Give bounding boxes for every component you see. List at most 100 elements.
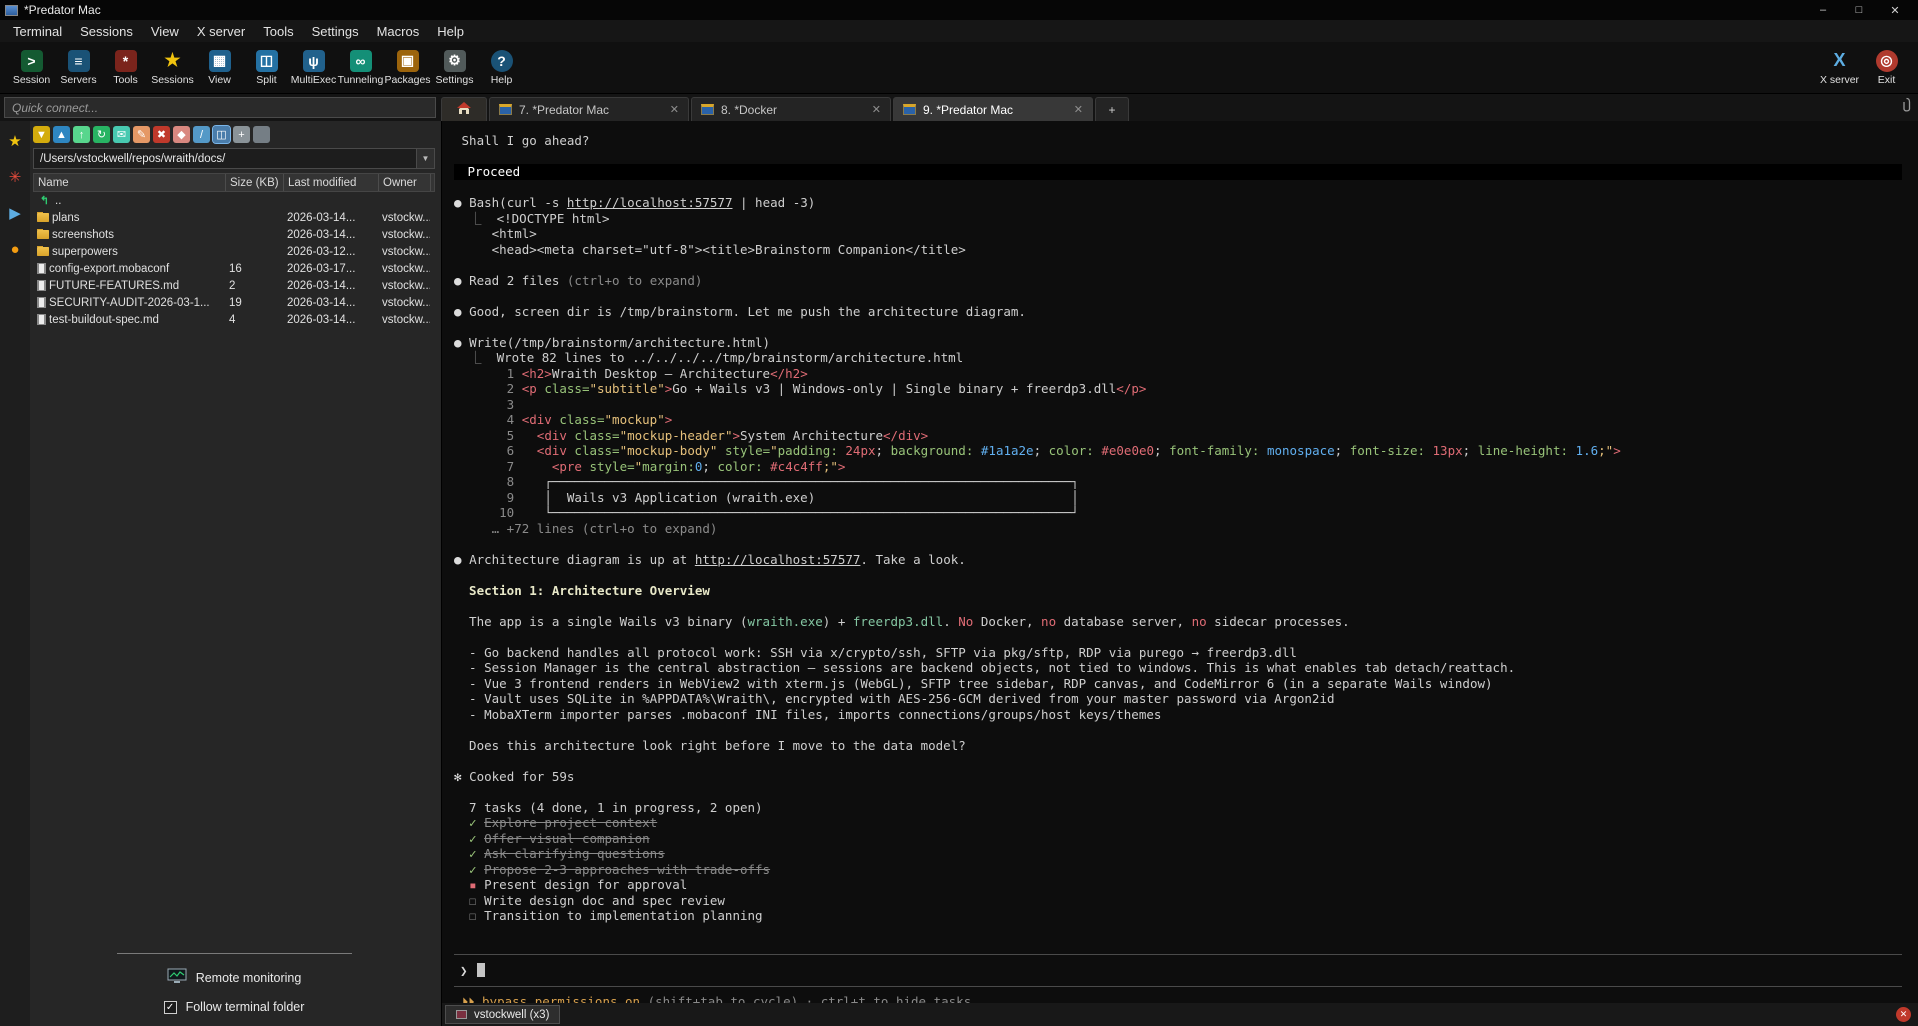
column-header-last-modified[interactable]: Last modified <box>284 174 379 191</box>
column-header-size-kb[interactable]: Size (KB) <box>226 174 284 191</box>
path-input[interactable]: /Users/vstockwell/repos/wraith/docs/ <box>33 148 417 169</box>
terminal-line: ⎿ Wrote 82 lines to ../../../../tmp/brai… <box>454 350 1902 366</box>
pin-icon[interactable]: + <box>233 126 250 143</box>
home-tab[interactable] <box>441 97 487 121</box>
file-row[interactable]: plans2026-03-14...vstockw... <box>33 209 435 226</box>
refresh-icon[interactable]: ↻ <box>93 126 110 143</box>
tools-icon: * <box>115 50 137 72</box>
download-folder-icon[interactable]: ▼ <box>33 126 50 143</box>
file-size: 16 <box>225 263 283 275</box>
column-header-owner[interactable]: Owner <box>379 174 431 191</box>
file-size: 4 <box>225 314 283 326</box>
bottom-session-tab[interactable]: vstockwell (x3) <box>445 1005 560 1024</box>
toolbar-sessions-button[interactable]: ★Sessions <box>149 42 196 93</box>
tools-claw-icon[interactable]: ✳ <box>5 167 25 187</box>
toolbar-session-button[interactable]: >Session <box>8 42 55 93</box>
follow-terminal-folder-toggle[interactable]: ✓ Follow terminal folder <box>164 1000 305 1014</box>
toolbar-label: Sessions <box>151 74 194 86</box>
remote-monitoring-button[interactable]: Remote monitoring <box>167 968 302 987</box>
file-size: 19 <box>225 297 283 309</box>
menu-terminal[interactable]: Terminal <box>4 22 71 41</box>
file-icon <box>37 314 46 325</box>
tab-7-predator-mac[interactable]: 7. *Predator Mac ✕ <box>489 97 689 121</box>
menu-tools[interactable]: Tools <box>254 22 302 41</box>
menu-macros[interactable]: Macros <box>368 22 429 41</box>
terminal-line <box>454 536 1902 552</box>
maximize-button[interactable]: □ <box>1841 0 1877 20</box>
tab-close-icon[interactable]: ✕ <box>670 103 679 116</box>
upload-icon[interactable]: ▲ <box>53 126 70 143</box>
file-modified: 2026-03-14... <box>283 314 378 326</box>
toolbar-label: Servers <box>60 74 96 86</box>
blank-icon[interactable] <box>253 126 270 143</box>
terminal-line: ▪ Present design for approval <box>454 877 1902 893</box>
toolbar-settings-button[interactable]: ⚙Settings <box>431 42 478 93</box>
folder-icon <box>37 247 49 256</box>
tab-row: 7. *Predator Mac✕8. *Docker✕9. *Predator… <box>0 94 1918 121</box>
toolbar-label: Split <box>256 74 276 86</box>
delete-icon[interactable]: ✖ <box>153 126 170 143</box>
mail-icon[interactable]: ✉ <box>113 126 130 143</box>
menu-x-server[interactable]: X server <box>188 22 254 41</box>
terminal-line: Proceed <box>454 164 1902 180</box>
toolbar-servers-button[interactable]: ≡Servers <box>55 42 102 93</box>
split-view-icon[interactable]: ◫ <box>213 126 230 143</box>
toolbar-split-button[interactable]: ◫Split <box>243 42 290 93</box>
file-modified: 2026-03-17... <box>283 263 378 275</box>
menu-settings[interactable]: Settings <box>303 22 368 41</box>
pen-icon[interactable]: / <box>193 126 210 143</box>
sftp-ball-icon[interactable]: ● <box>5 239 25 259</box>
toolbar-tunneling-button[interactable]: ∞Tunneling <box>337 42 384 93</box>
terminal-prompt[interactable]: ❯ <box>454 954 1902 988</box>
tab-close-icon[interactable]: ✕ <box>872 103 881 116</box>
sessions-star-icon[interactable]: ★ <box>5 131 25 151</box>
menu-bar: TerminalSessionsViewX serverToolsSetting… <box>0 20 1918 42</box>
tab-8-docker[interactable]: 8. *Docker✕ <box>691 97 891 121</box>
clean-icon[interactable]: ◆ <box>173 126 190 143</box>
file-row[interactable]: ↰.. <box>33 192 435 209</box>
toolbar-exit-button[interactable]: ◎Exit <box>1863 42 1910 93</box>
tab-9-predator-mac[interactable]: 9. *Predator Mac ✕ <box>893 97 1093 121</box>
edit-icon[interactable]: ✎ <box>133 126 150 143</box>
terminal[interactable]: Shall I go ahead? Proceed ● Bash(curl -s… <box>442 121 1918 1003</box>
column-header-name[interactable]: Name <box>34 174 226 191</box>
file-owner: vstockw... <box>378 280 430 292</box>
toolbar-label: MultiExec <box>291 74 337 86</box>
toolbar-help-button[interactable]: ?Help <box>478 42 525 93</box>
go-up-icon[interactable]: ↑ <box>73 126 90 143</box>
file-row[interactable]: FUTURE-FEATURES.md22026-03-14...vstockw.… <box>33 277 435 294</box>
terminal-tab-icon <box>499 104 512 115</box>
file-row[interactable]: SECURITY-AUDIT-2026-03-1...192026-03-14.… <box>33 294 435 311</box>
terminal-line: ● Good, screen dir is /tmp/brainstorm. L… <box>454 304 1902 320</box>
file-row[interactable]: screenshots2026-03-14...vstockw... <box>33 226 435 243</box>
file-row[interactable]: superpowers2026-03-12...vstockw... <box>33 243 435 260</box>
terminal-line: - Vault uses SQLite in %APPDATA%\Wraith\… <box>454 691 1902 707</box>
menu-view[interactable]: View <box>142 22 188 41</box>
menu-help[interactable]: Help <box>428 22 473 41</box>
menu-sessions[interactable]: Sessions <box>71 22 142 41</box>
toolbar-x-server-button[interactable]: XX server <box>1816 42 1863 93</box>
file-row[interactable]: config-export.mobaconf162026-03-17...vst… <box>33 260 435 277</box>
window-title: *Predator Mac <box>24 3 101 17</box>
toolbar-view-button[interactable]: ▦View <box>196 42 243 93</box>
follow-folder-checkbox[interactable]: ✓ <box>164 1001 177 1014</box>
terminal-line: ● Write(/tmp/brainstorm/architecture.htm… <box>454 335 1902 351</box>
minimize-button[interactable]: – <box>1805 0 1841 20</box>
toolbar-packages-button[interactable]: ▣Packages <box>384 42 431 93</box>
toolbar-multiexec-button[interactable]: ψMultiExec <box>290 42 337 93</box>
quick-connect-input[interactable] <box>4 97 436 118</box>
file-owner: vstockw... <box>378 263 430 275</box>
toolbar-label: Session <box>13 74 50 86</box>
path-bar: /Users/vstockwell/repos/wraith/docs/ ▼ <box>33 148 435 169</box>
macros-plane-icon[interactable]: ▶ <box>5 203 25 223</box>
tab-close-icon[interactable]: ✕ <box>1074 103 1083 116</box>
bottom-close-icon[interactable]: ✕ <box>1896 1007 1911 1022</box>
close-button[interactable]: ✕ <box>1877 0 1913 20</box>
path-dropdown-caret[interactable]: ▼ <box>417 148 435 169</box>
tab-label: 9. *Predator Mac <box>923 103 1013 117</box>
toolbar-tools-button[interactable]: *Tools <box>102 42 149 93</box>
paperclip-icon[interactable] <box>1901 97 1912 118</box>
tab-label: 7. *Predator Mac <box>519 103 609 117</box>
file-row[interactable]: test-buildout-spec.md42026-03-14...vstoc… <box>33 311 435 328</box>
new-tab-button[interactable]: + <box>1095 97 1129 121</box>
